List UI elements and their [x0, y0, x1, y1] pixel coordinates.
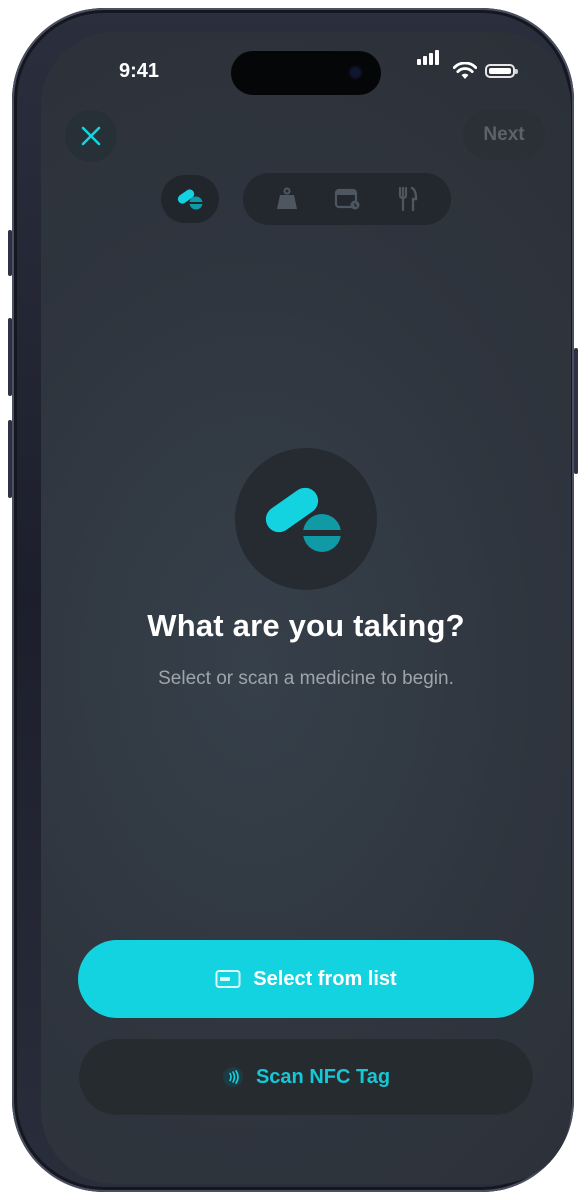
nfc-icon — [222, 1067, 243, 1087]
pill-icon — [265, 487, 343, 552]
action-button — [8, 230, 12, 276]
volume-up-button — [8, 318, 12, 396]
status-bar: 9:41 — [41, 32, 571, 112]
screen: 9:41 Next What are you taking? Select or… — [41, 32, 571, 1184]
select-from-list-label: Select from list — [253, 967, 397, 990]
calendar-icon[interactable] — [334, 187, 362, 211]
fork-knife-icon[interactable] — [397, 186, 419, 212]
page-title: What are you taking? — [147, 608, 465, 643]
scan-nfc-button[interactable]: Scan NFC Tag — [78, 1038, 534, 1116]
page-subtitle: Select or scan a medicine to begin. — [158, 668, 454, 689]
camera-icon — [350, 67, 361, 78]
step-group — [243, 173, 451, 225]
next-button[interactable]: Next — [463, 110, 545, 160]
dynamic-island — [231, 51, 381, 95]
step-medicine[interactable] — [161, 175, 219, 223]
close-icon — [81, 126, 101, 146]
scale-icon[interactable] — [275, 186, 299, 212]
close-button[interactable] — [65, 110, 117, 162]
power-button — [574, 348, 578, 474]
hero-icon-circle — [235, 448, 377, 590]
wifi-icon — [453, 62, 477, 79]
select-from-list-button[interactable]: Select from list — [78, 940, 534, 1018]
scan-nfc-label: Scan NFC Tag — [255, 1065, 391, 1088]
card-icon — [215, 970, 241, 988]
volume-down-button — [8, 420, 12, 498]
battery-icon — [485, 64, 518, 78]
phone-frame: 9:41 Next What are you taking? Select or… — [8, 8, 578, 1192]
pill-icon — [177, 189, 203, 210]
status-time: 9:41 — [119, 60, 160, 82]
